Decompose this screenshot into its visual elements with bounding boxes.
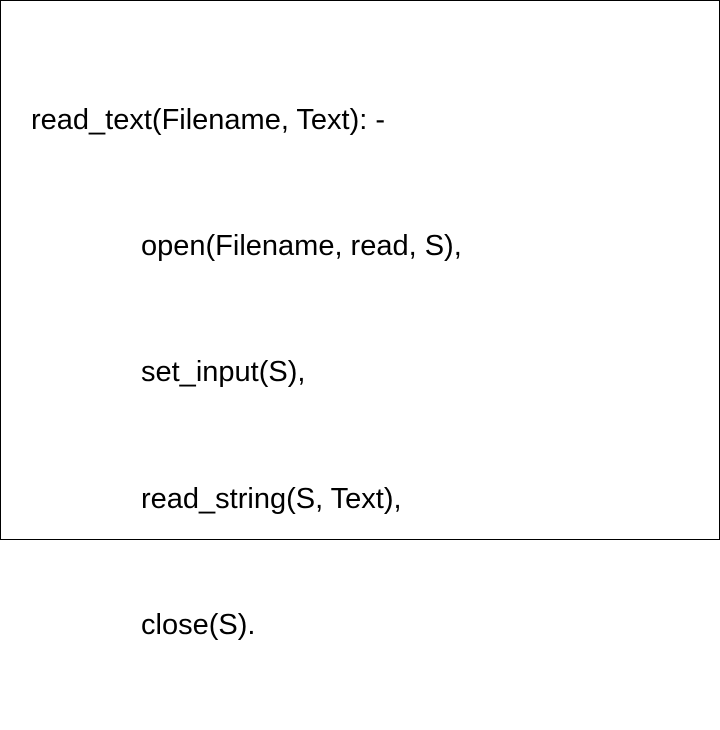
code-line-1: read_text(Filename, Text): - <box>31 99 719 141</box>
code-line-2: open(Filename, read, S), <box>31 225 719 267</box>
code-line-3: set_input(S), <box>31 351 719 393</box>
code-block: read_text(Filename, Text): - open(Filena… <box>31 15 719 730</box>
code-line-4: read_string(S, Text), <box>31 478 719 520</box>
code-line-5: close(S). <box>31 604 719 646</box>
code-snippet-container: read_text(Filename, Text): - open(Filena… <box>0 0 720 540</box>
